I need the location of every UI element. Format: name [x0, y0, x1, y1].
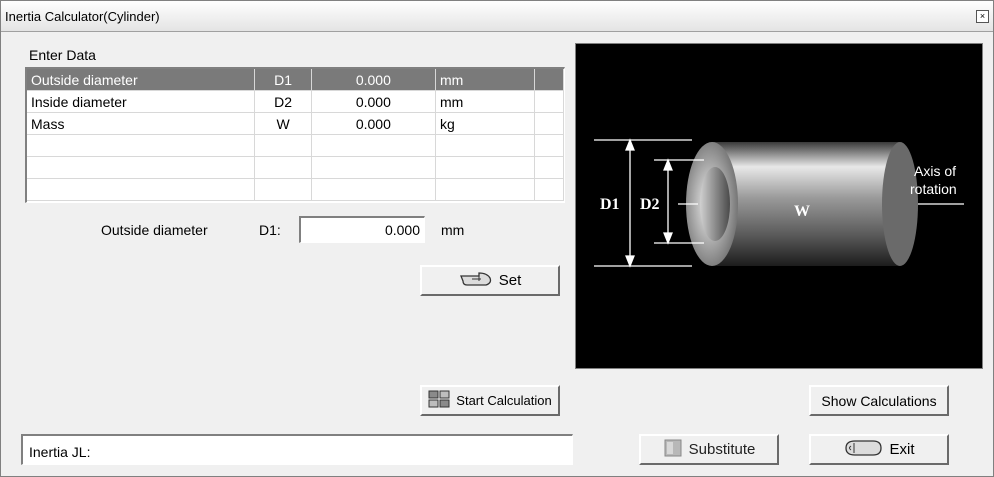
substitute-label: Substitute: [688, 441, 756, 458]
show-calculations-button[interactable]: Show Calculations: [809, 385, 949, 416]
field-label: Outside diameter: [101, 222, 208, 238]
enter-data-label: Enter Data: [29, 47, 96, 63]
pointing-hand-icon: [459, 270, 493, 292]
unit-label: mm: [441, 222, 465, 238]
cylinder-diagram: D1 D2 W Axis of rotation: [575, 43, 983, 369]
d1-label: D1: [600, 196, 620, 213]
row-symbol: D2: [254, 90, 312, 113]
row-name: Outside diameter: [27, 69, 256, 91]
row-symbol: D1: [254, 69, 312, 91]
row-unit: kg: [435, 112, 536, 135]
data-table[interactable]: Outside diameter D1 0.000 mm Inside diam…: [25, 67, 565, 203]
axis-label-line1: Axis of: [914, 163, 956, 179]
exit-button[interactable]: Exit: [809, 434, 949, 465]
exit-label: Exit: [889, 441, 915, 458]
row-value: 0.000: [311, 112, 436, 135]
hand-icon: [843, 438, 883, 462]
table-row-empty: [27, 156, 564, 179]
symbol-label: D1:: [259, 222, 281, 238]
window-title: Inertia Calculator(Cylinder): [5, 9, 160, 24]
d2-label: D2: [640, 196, 660, 213]
start-calculation-button[interactable]: Start Calculation: [420, 385, 560, 416]
row-unit: mm: [435, 90, 536, 113]
square-icon: [663, 439, 683, 461]
row-spacer: [534, 112, 564, 135]
title-bar: Inertia Calculator(Cylinder) ×: [1, 1, 993, 32]
inertia-result-field: Inertia JL:: [21, 434, 573, 465]
row-spacer: [534, 69, 564, 91]
table-row-empty: [27, 178, 564, 201]
row-unit: mm: [435, 69, 536, 91]
table-row-empty: [27, 134, 564, 157]
grid-icon: [428, 390, 450, 411]
table-row[interactable]: Inside diameter D2 0.000 mm: [27, 90, 564, 113]
axis-label-line2: rotation: [910, 181, 957, 197]
row-value: 0.000: [311, 90, 436, 113]
inertia-label: Inertia JL:: [29, 444, 91, 460]
show-calculations-label: Show Calculations: [821, 392, 937, 409]
set-button[interactable]: Set: [420, 265, 560, 296]
row-name: Mass: [27, 112, 256, 135]
set-label: Set: [498, 272, 522, 289]
value-input[interactable]: 0.000: [299, 216, 425, 243]
row-symbol: W: [254, 112, 312, 135]
start-calculation-label: Start Calculation: [456, 393, 552, 408]
substitute-button[interactable]: Substitute: [639, 434, 779, 465]
w-label: W: [794, 203, 810, 220]
table-row[interactable]: Outside diameter D1 0.000 mm: [27, 69, 564, 91]
calculator-window: Inertia Calculator(Cylinder) × Enter Dat…: [0, 0, 994, 477]
row-name: Inside diameter: [27, 90, 256, 113]
close-icon[interactable]: ×: [976, 10, 989, 23]
table-row[interactable]: Mass W 0.000 kg: [27, 112, 564, 135]
row-value: 0.000: [311, 69, 436, 91]
row-spacer: [534, 90, 564, 113]
